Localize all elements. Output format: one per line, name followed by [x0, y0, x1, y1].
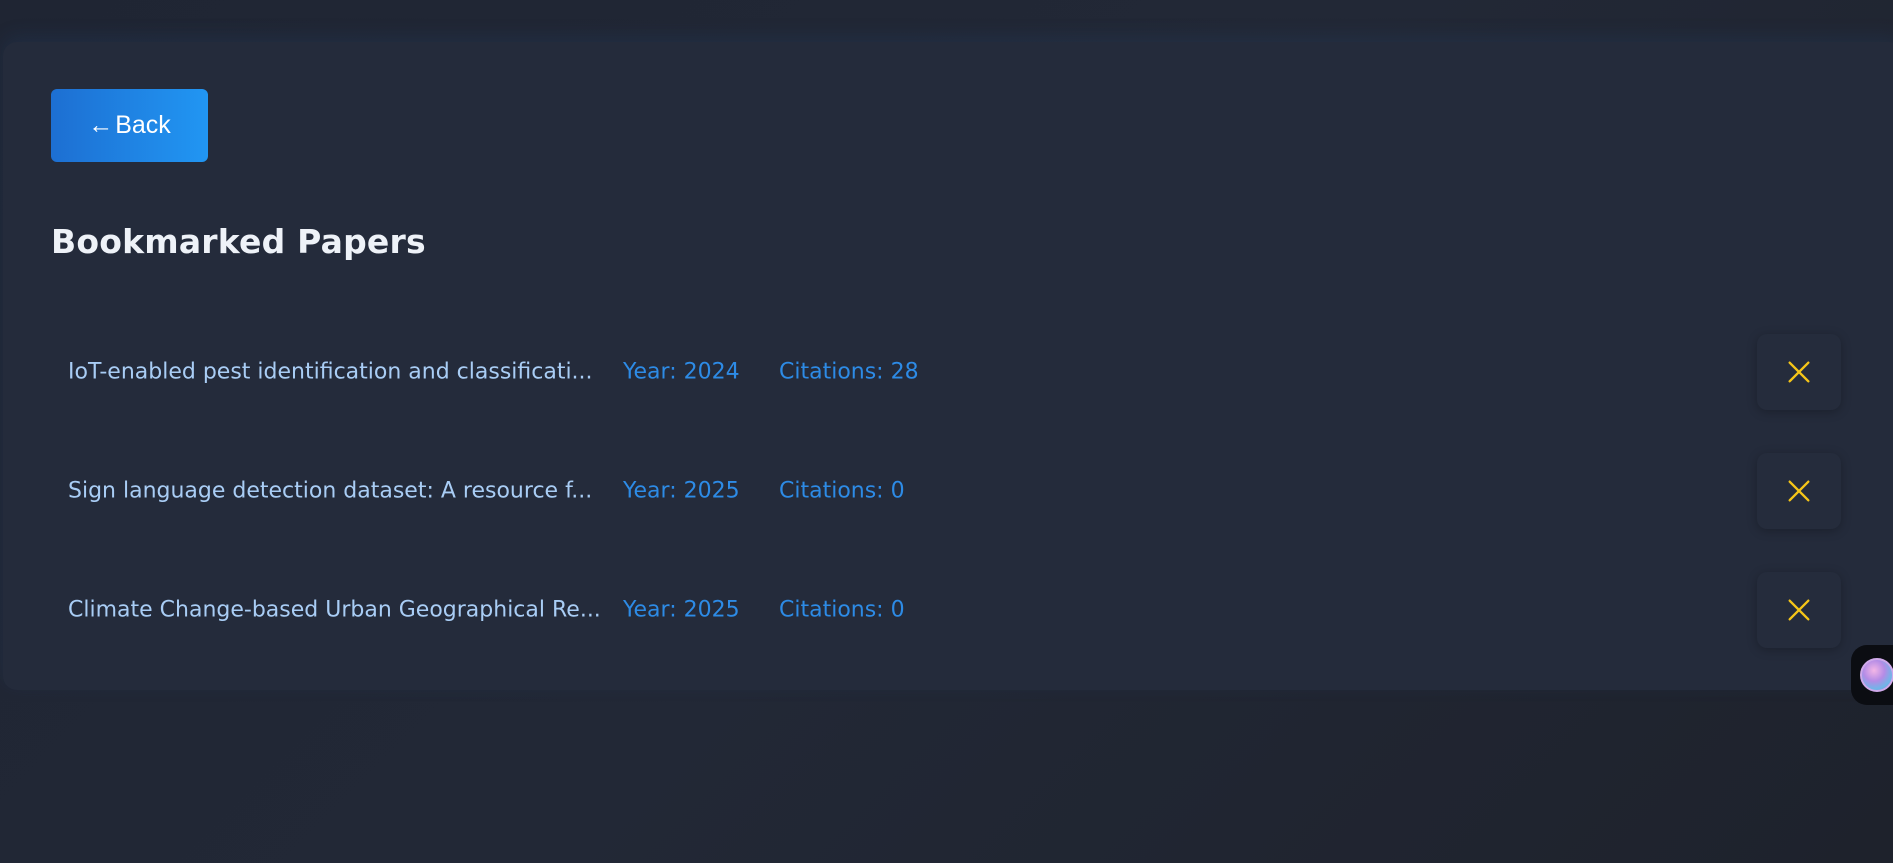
paper-row: Sign language detection dataset: A resou… [51, 431, 1841, 550]
paper-citations: Citations: 0 [779, 597, 905, 622]
paper-year: Year: 2025 [623, 478, 740, 503]
remove-bookmark-button[interactable] [1757, 333, 1841, 410]
paper-year: Year: 2025 [623, 597, 740, 622]
bookmarks-panel: ← Back Bookmarked Papers IoT-enabled pes… [3, 42, 1893, 690]
paper-row: IoT-enabled pest identification and clas… [51, 312, 1841, 431]
assistant-widget[interactable] [1851, 645, 1893, 705]
back-button[interactable]: ← Back [51, 89, 208, 162]
paper-title[interactable]: Climate Change-based Urban Geographical … [68, 597, 601, 622]
close-icon [1788, 361, 1810, 382]
paper-title[interactable]: Sign language detection dataset: A resou… [68, 478, 592, 503]
back-arrow-icon: ← [88, 111, 114, 139]
bookmarked-papers-list: IoT-enabled pest identification and clas… [51, 312, 1841, 669]
paper-year: Year: 2024 [623, 359, 740, 384]
paper-title[interactable]: IoT-enabled pest identification and clas… [68, 359, 593, 384]
close-icon [1788, 480, 1810, 501]
remove-bookmark-button[interactable] [1757, 452, 1841, 529]
paper-citations: Citations: 0 [779, 478, 905, 503]
close-icon [1788, 599, 1810, 620]
back-button-label: Back [115, 111, 171, 139]
paper-citations: Citations: 28 [779, 359, 919, 384]
paper-row: Climate Change-based Urban Geographical … [51, 550, 1841, 669]
remove-bookmark-button[interactable] [1757, 571, 1841, 648]
assistant-avatar-icon [1860, 658, 1893, 692]
page-title: Bookmarked Papers [51, 222, 426, 261]
